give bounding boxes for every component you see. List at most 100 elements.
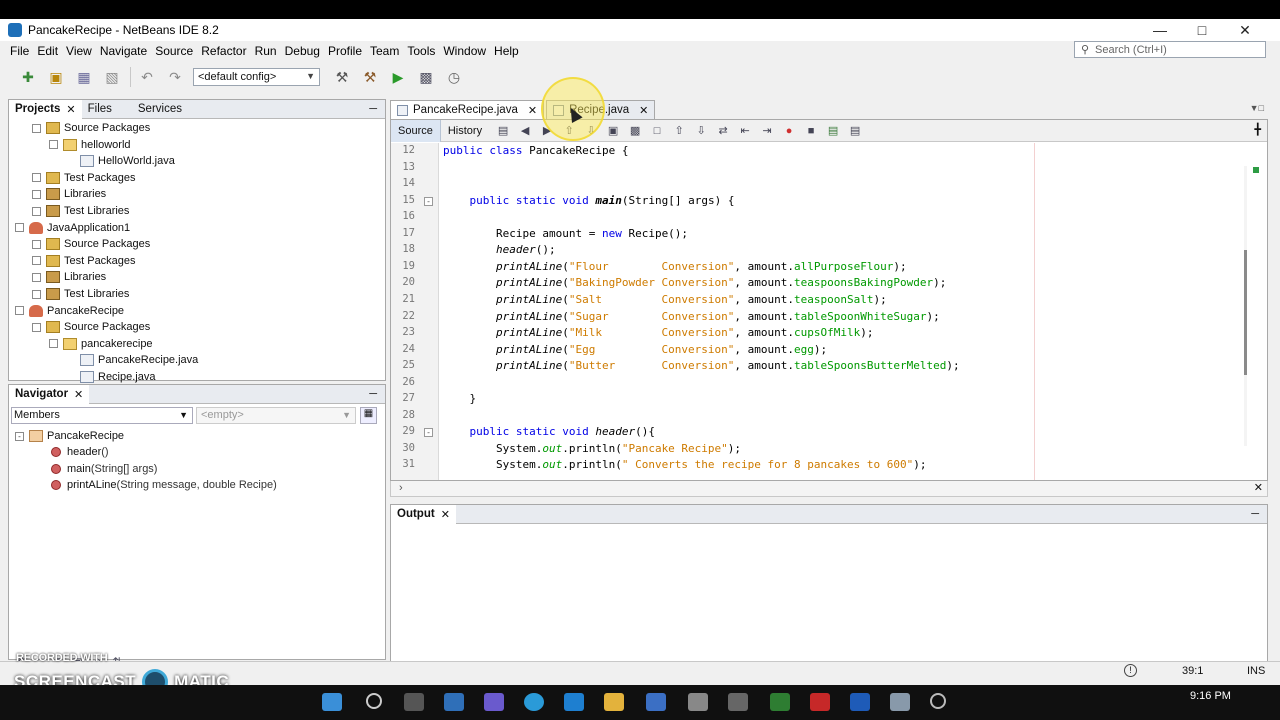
- toggle-bookmark-icon[interactable]: ⇄: [715, 124, 731, 138]
- navigator-member[interactable]: printALine (String message, double Recipe…: [51, 477, 277, 493]
- stop-macro-icon[interactable]: ■: [803, 124, 819, 138]
- menu-team[interactable]: Team: [366, 44, 403, 58]
- toggle-highlight-icon[interactable]: ▩: [627, 124, 643, 138]
- tree-item[interactable]: JavaApplication1: [15, 220, 130, 236]
- notifications-icon[interactable]: !: [1124, 664, 1137, 677]
- expand-icon[interactable]: [32, 289, 41, 299]
- tree-item[interactable]: Libraries: [32, 186, 106, 202]
- excel-icon[interactable]: [770, 693, 790, 711]
- back-icon[interactable]: ◀: [517, 124, 533, 138]
- menu-view[interactable]: View: [62, 44, 96, 58]
- uncomment-icon[interactable]: ▤: [847, 124, 863, 138]
- collapse-icon[interactable]: [15, 306, 24, 316]
- menu-edit[interactable]: Edit: [33, 44, 62, 58]
- next-bookmark-icon[interactable]: ⇩: [693, 124, 709, 138]
- menu-navigate[interactable]: Navigate: [96, 44, 151, 58]
- tree-item[interactable]: Test Libraries: [32, 203, 129, 219]
- tab-pancakerecipe-java[interactable]: PancakeRecipe.java ✕: [390, 100, 545, 119]
- search-input[interactable]: ⚲ Search (Ctrl+I): [1074, 41, 1266, 58]
- tree-item[interactable]: Libraries: [32, 269, 106, 285]
- expand-icon[interactable]: [32, 173, 41, 183]
- expand-icon[interactable]: [32, 272, 41, 282]
- menu-tools[interactable]: Tools: [403, 44, 439, 58]
- split-editor-icon[interactable]: ╋: [1254, 123, 1261, 136]
- teams-icon[interactable]: [484, 693, 504, 711]
- tab-files[interactable]: Files: [82, 100, 118, 119]
- tab-list-icon[interactable]: ▼□: [1250, 103, 1264, 113]
- menu-profile[interactable]: Profile: [324, 44, 366, 58]
- expand-icon[interactable]: [32, 206, 41, 216]
- tree-item[interactable]: Test Packages: [32, 253, 136, 269]
- navigator-options-icon[interactable]: ▦: [360, 407, 377, 424]
- new-project-icon[interactable]: ▣: [46, 67, 66, 87]
- tab-projects[interactable]: Projects ✕: [9, 99, 82, 119]
- open-project-icon[interactable]: ▦: [74, 67, 94, 87]
- start-macro-icon[interactable]: ●: [781, 124, 797, 138]
- close-icon[interactable]: ✕: [74, 388, 83, 401]
- tree-item[interactable]: Source Packages: [32, 319, 150, 335]
- minimize-panel-icon[interactable]: ─: [369, 103, 377, 115]
- shift-right-icon[interactable]: ⇥: [759, 124, 775, 138]
- scroll-right-icon[interactable]: ›: [399, 482, 403, 494]
- scope-select[interactable]: <empty> ▼: [196, 407, 356, 424]
- menu-window[interactable]: Window: [439, 44, 490, 58]
- close-icon[interactable]: ✕: [1254, 481, 1263, 494]
- expand-icon[interactable]: [32, 256, 41, 266]
- tree-item[interactable]: Recipe.java: [66, 369, 155, 385]
- tab-navigator[interactable]: Navigator ✕: [9, 384, 90, 404]
- profile-icon[interactable]: ◷: [444, 67, 464, 87]
- tree-item[interactable]: Source Packages: [32, 236, 150, 252]
- toggle-rect-select-icon[interactable]: □: [649, 124, 665, 138]
- tree-item[interactable]: Test Libraries: [32, 286, 129, 302]
- maximize-button[interactable]: □: [1180, 19, 1224, 41]
- close-icon[interactable]: ✕: [66, 103, 75, 116]
- search-icon[interactable]: [366, 693, 382, 709]
- widgets-icon[interactable]: [444, 693, 464, 711]
- expand-icon[interactable]: [32, 239, 41, 249]
- collapse-icon[interactable]: [49, 140, 58, 150]
- recorder-icon[interactable]: [930, 693, 946, 709]
- members-filter-select[interactable]: Members ▼: [11, 407, 193, 424]
- menu-file[interactable]: File: [6, 44, 33, 58]
- tab-output[interactable]: Output ✕: [391, 504, 456, 524]
- previous-bookmark-icon[interactable]: ⇧: [671, 124, 687, 138]
- start-icon[interactable]: [322, 693, 342, 711]
- navigator-member[interactable]: header(): [51, 444, 109, 460]
- run-icon[interactable]: ▶: [388, 67, 408, 87]
- last-edit-icon[interactable]: ▤: [495, 124, 511, 138]
- save-all-icon[interactable]: ▧: [102, 67, 122, 87]
- close-icon[interactable]: ✕: [528, 104, 537, 117]
- navigator-member[interactable]: main (String[] args): [51, 461, 157, 477]
- find-selection-icon[interactable]: ▣: [605, 124, 621, 138]
- close-icon[interactable]: ✕: [639, 104, 648, 117]
- fold-icon[interactable]: -: [424, 428, 433, 438]
- config-select[interactable]: <default config> ▼: [193, 68, 320, 86]
- menu-help[interactable]: Help: [490, 44, 523, 58]
- file-explorer-icon[interactable]: [604, 693, 624, 711]
- collapse-icon[interactable]: [32, 322, 41, 332]
- collapse-icon[interactable]: [49, 339, 58, 349]
- collapse-icon[interactable]: [15, 223, 24, 233]
- powerpoint-icon[interactable]: [810, 693, 830, 711]
- debug-icon[interactable]: ▩: [416, 67, 436, 87]
- snipping-icon[interactable]: [728, 693, 748, 711]
- tree-item[interactable]: HelloWorld.java: [66, 153, 175, 169]
- word-icon[interactable]: [850, 693, 870, 711]
- vertical-scrollbar-thumb[interactable]: [1244, 250, 1247, 375]
- mail-icon[interactable]: [564, 693, 584, 711]
- tree-item[interactable]: helloworld: [49, 137, 131, 153]
- clean-build-icon[interactable]: ⚒: [360, 67, 380, 87]
- undo-icon[interactable]: ↶: [137, 67, 157, 87]
- comment-icon[interactable]: ▤: [825, 124, 841, 138]
- tree-item[interactable]: Source Packages: [32, 120, 150, 136]
- app-icon[interactable]: [688, 693, 708, 711]
- navigator-class-node[interactable]: - PancakeRecipe: [15, 428, 124, 444]
- tree-item[interactable]: PancakeRecipe.java: [66, 352, 198, 368]
- tree-item[interactable]: pancakerecipe: [49, 336, 153, 352]
- expand-icon[interactable]: [32, 189, 41, 199]
- edge-icon[interactable]: [524, 693, 544, 711]
- task-view-icon[interactable]: [404, 693, 424, 711]
- minimize-panel-icon[interactable]: ─: [1251, 508, 1259, 520]
- tab-services[interactable]: Services: [132, 100, 188, 119]
- tree-item[interactable]: PancakeRecipe: [15, 303, 124, 319]
